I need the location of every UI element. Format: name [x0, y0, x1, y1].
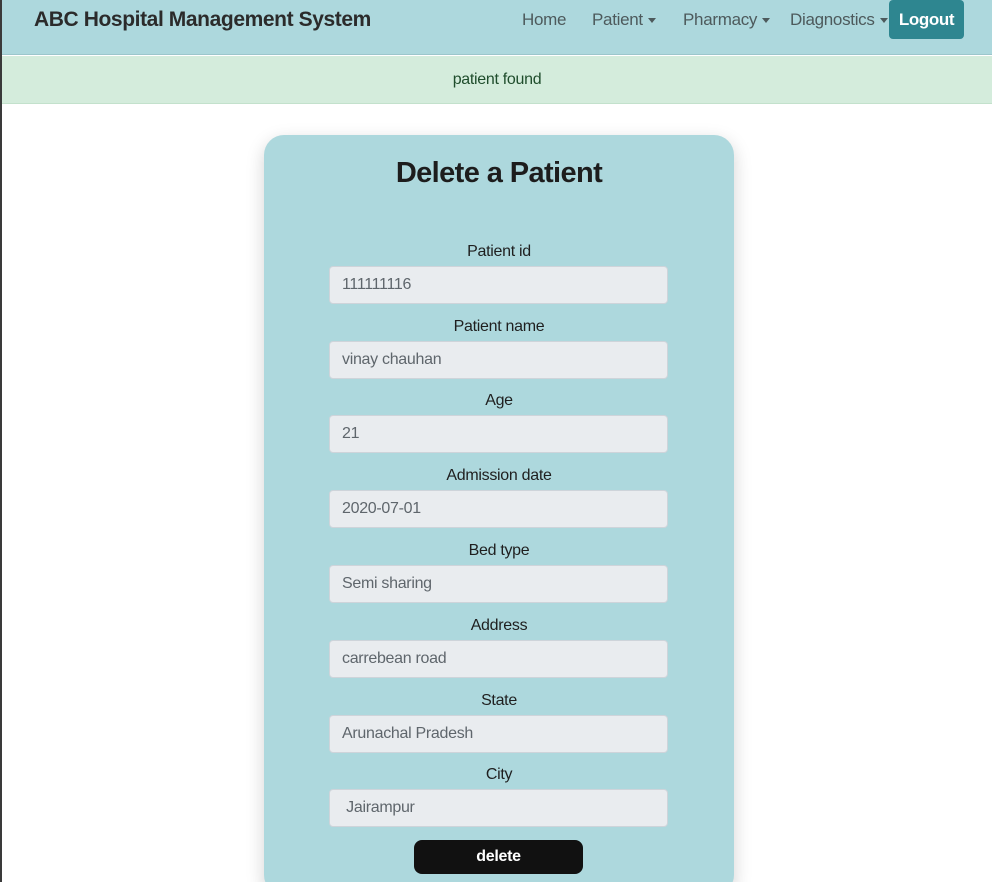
chevron-down-icon — [879, 18, 888, 24]
logout-button[interactable]: Logout — [889, 0, 964, 39]
address-label: Address — [470, 617, 528, 634]
nav-diagnostics-dropdown[interactable]: Diagnostics — [790, 10, 888, 30]
admission-date-field[interactable] — [329, 490, 668, 528]
top-navbar: ABC Hospital Management System Home Pati… — [2, 0, 992, 55]
bed-type-label: Bed type — [468, 542, 530, 559]
age-field[interactable] — [329, 415, 668, 453]
state-label: State — [481, 692, 517, 709]
patient-id-label: Patient id — [467, 243, 531, 260]
patient-name-label: Patient name — [453, 318, 545, 335]
window-edge — [0, 0, 2, 882]
status-alert: patient found — [2, 56, 992, 104]
nav-home-label: Home — [522, 10, 567, 29]
nav-pharmacy-label: Pharmacy — [683, 10, 758, 29]
city-field[interactable] — [329, 789, 668, 827]
patient-name-field[interactable] — [329, 341, 668, 379]
nav-patient-dropdown[interactable]: Patient — [592, 10, 656, 30]
delete-button[interactable]: delete — [414, 840, 583, 874]
state-field[interactable] — [329, 715, 668, 753]
patient-id-field[interactable] — [329, 266, 668, 304]
form-title: Delete a Patient — [395, 157, 603, 189]
delete-patient-form: Delete a Patient Patient id Patient name… — [264, 135, 734, 882]
bed-type-field[interactable] — [329, 565, 668, 603]
nav-patient-label: Patient — [592, 10, 643, 29]
nav-diagnostics-label: Diagnostics — [790, 10, 875, 29]
nav-home[interactable]: Home — [522, 10, 566, 30]
address-field[interactable] — [329, 640, 668, 678]
admission-date-label: Admission date — [446, 467, 552, 484]
age-label: Age — [485, 392, 513, 409]
chevron-down-icon — [647, 18, 656, 24]
nav-pharmacy-dropdown[interactable]: Pharmacy — [683, 10, 771, 30]
city-label: City — [485, 766, 513, 783]
chevron-down-icon — [762, 18, 771, 24]
brand-title[interactable]: ABC Hospital Management System — [34, 8, 371, 32]
alert-message: patient found — [452, 70, 542, 88]
